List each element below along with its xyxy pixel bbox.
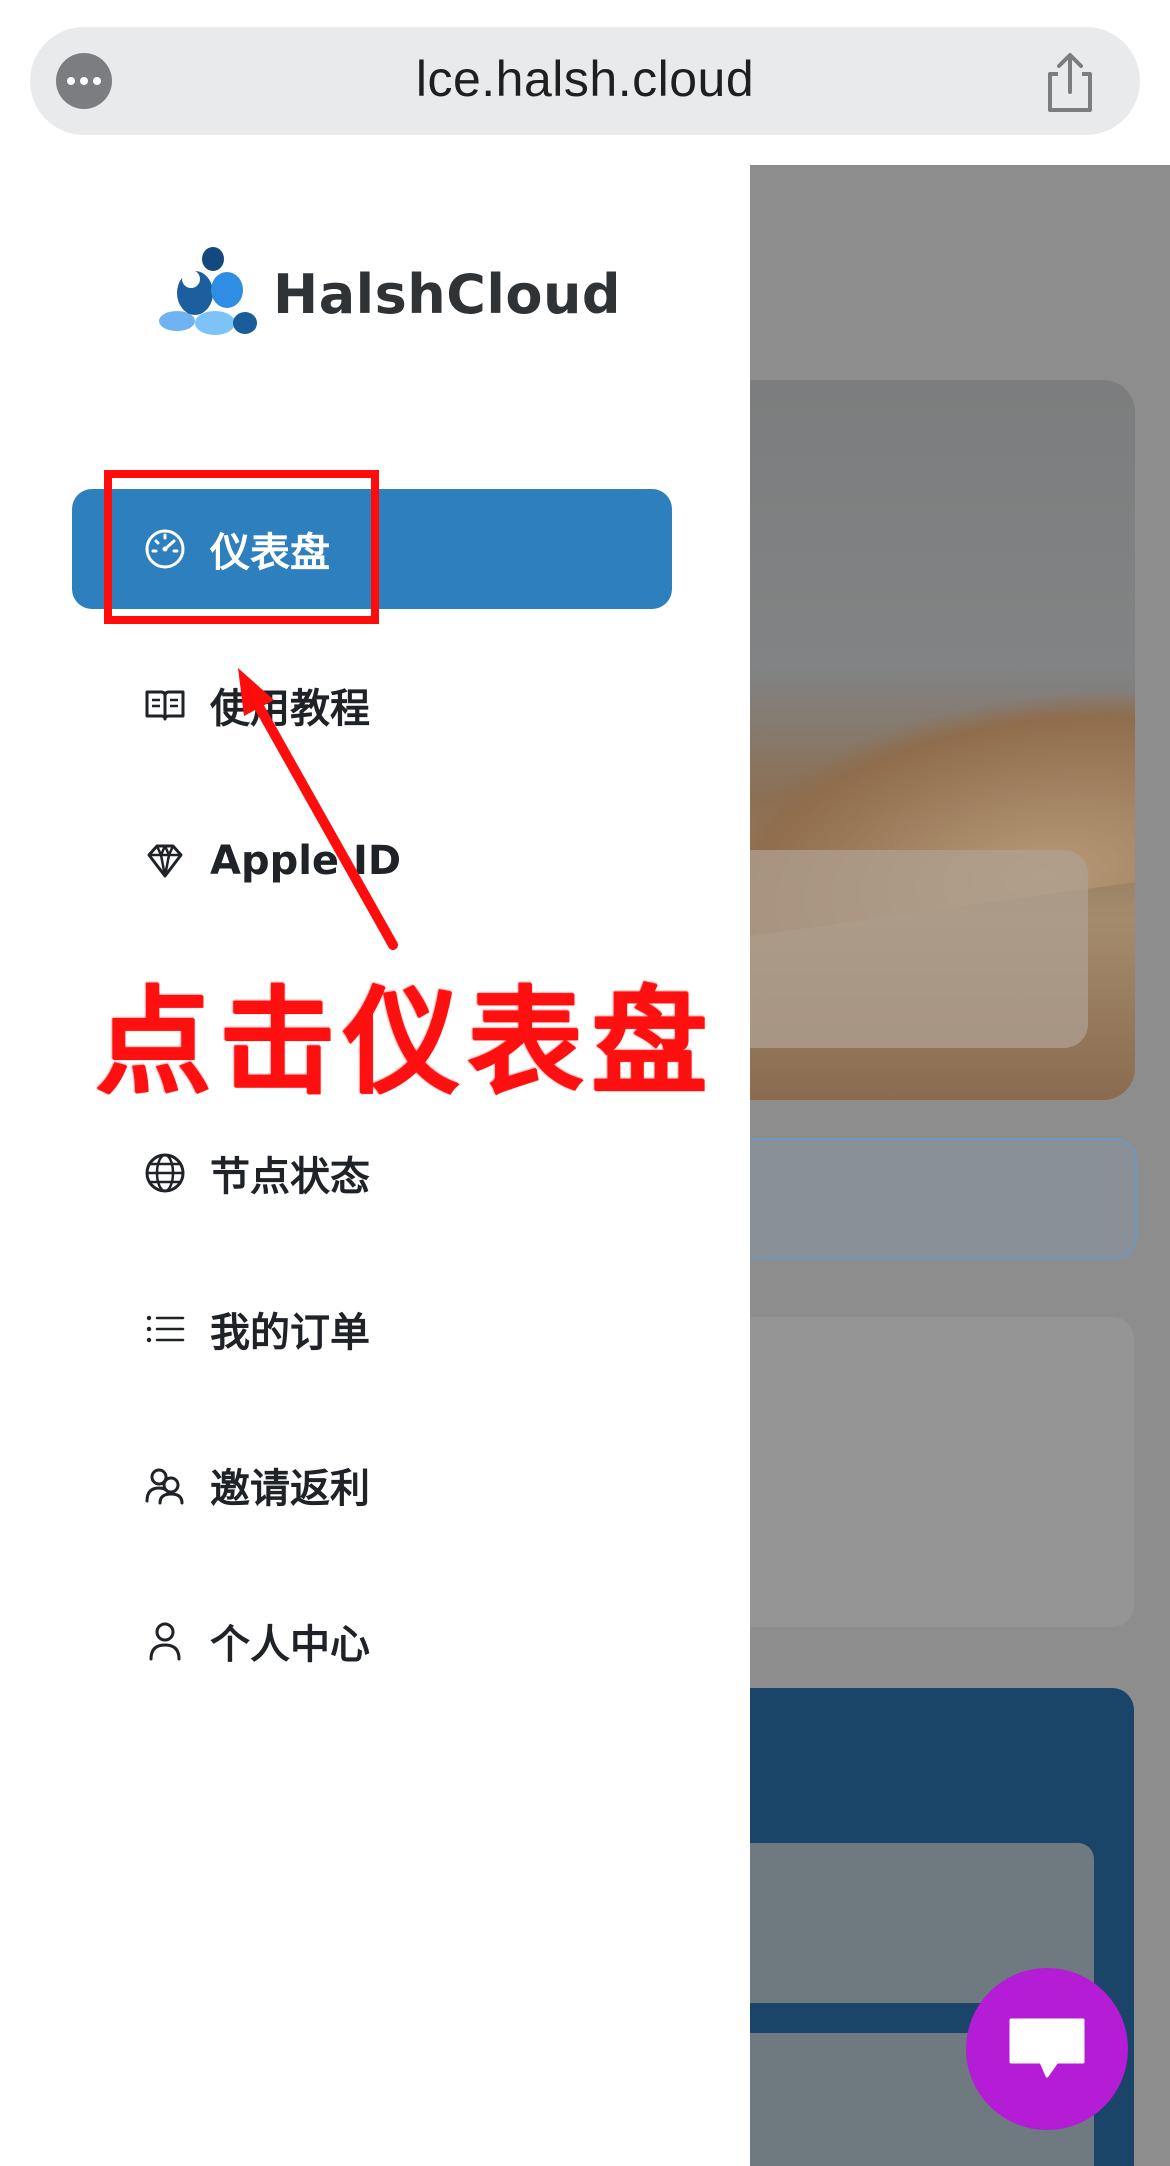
sidebar-item-label: 我的订单 (210, 1310, 370, 1356)
sidebar-drawer: HalshCloud 仪表盘 使用教程 Apple ID 节点状态 我的订单 邀… (0, 165, 750, 2166)
globe-icon (142, 1150, 188, 1196)
chat-support-button[interactable] (966, 1968, 1128, 2130)
background-hero-card (750, 380, 1135, 1100)
sidebar-item-apple-id[interactable]: Apple ID (72, 801, 672, 921)
sidebar-item-orders[interactable]: 我的订单 (72, 1269, 672, 1389)
background-page-overlay[interactable] (750, 165, 1170, 2166)
book-icon (142, 682, 188, 728)
diamond-icon (142, 838, 188, 884)
sidebar-item-label: 邀请返利 (210, 1466, 370, 1512)
sidebar-item-tutorial[interactable]: 使用教程 (72, 645, 672, 765)
users-icon (142, 1462, 188, 1508)
annotation-highlight-box (104, 470, 379, 624)
sidebar-item-profile[interactable]: 个人中心 (72, 1581, 672, 1701)
browser-address-bar: lce.halsh.cloud (0, 0, 1170, 166)
sidebar-item-referral[interactable]: 邀请返利 (72, 1425, 672, 1545)
chat-bubble-icon (1009, 2018, 1085, 2078)
user-icon (142, 1618, 188, 1664)
sidebar-item-label: 使用教程 (210, 686, 370, 732)
brand-name: HalshCloud (273, 263, 622, 326)
background-input-bar (750, 1138, 1137, 1259)
logo[interactable]: HalshCloud (155, 245, 621, 345)
list-icon (142, 1306, 188, 1352)
halshcloud-logo-icon (159, 247, 257, 335)
share-icon[interactable] (1040, 50, 1100, 116)
background-card (750, 1317, 1134, 1627)
sidebar-item-label: 节点状态 (210, 1154, 370, 1200)
sidebar-item-label: Apple ID (210, 838, 402, 884)
sidebar-item-node-status[interactable]: 节点状态 (72, 1113, 672, 1233)
annotation-text: 点击仪表盘 (95, 975, 715, 1110)
sidebar-item-label: 个人中心 (210, 1622, 370, 1668)
url-text[interactable]: lce.halsh.cloud (0, 50, 1170, 108)
